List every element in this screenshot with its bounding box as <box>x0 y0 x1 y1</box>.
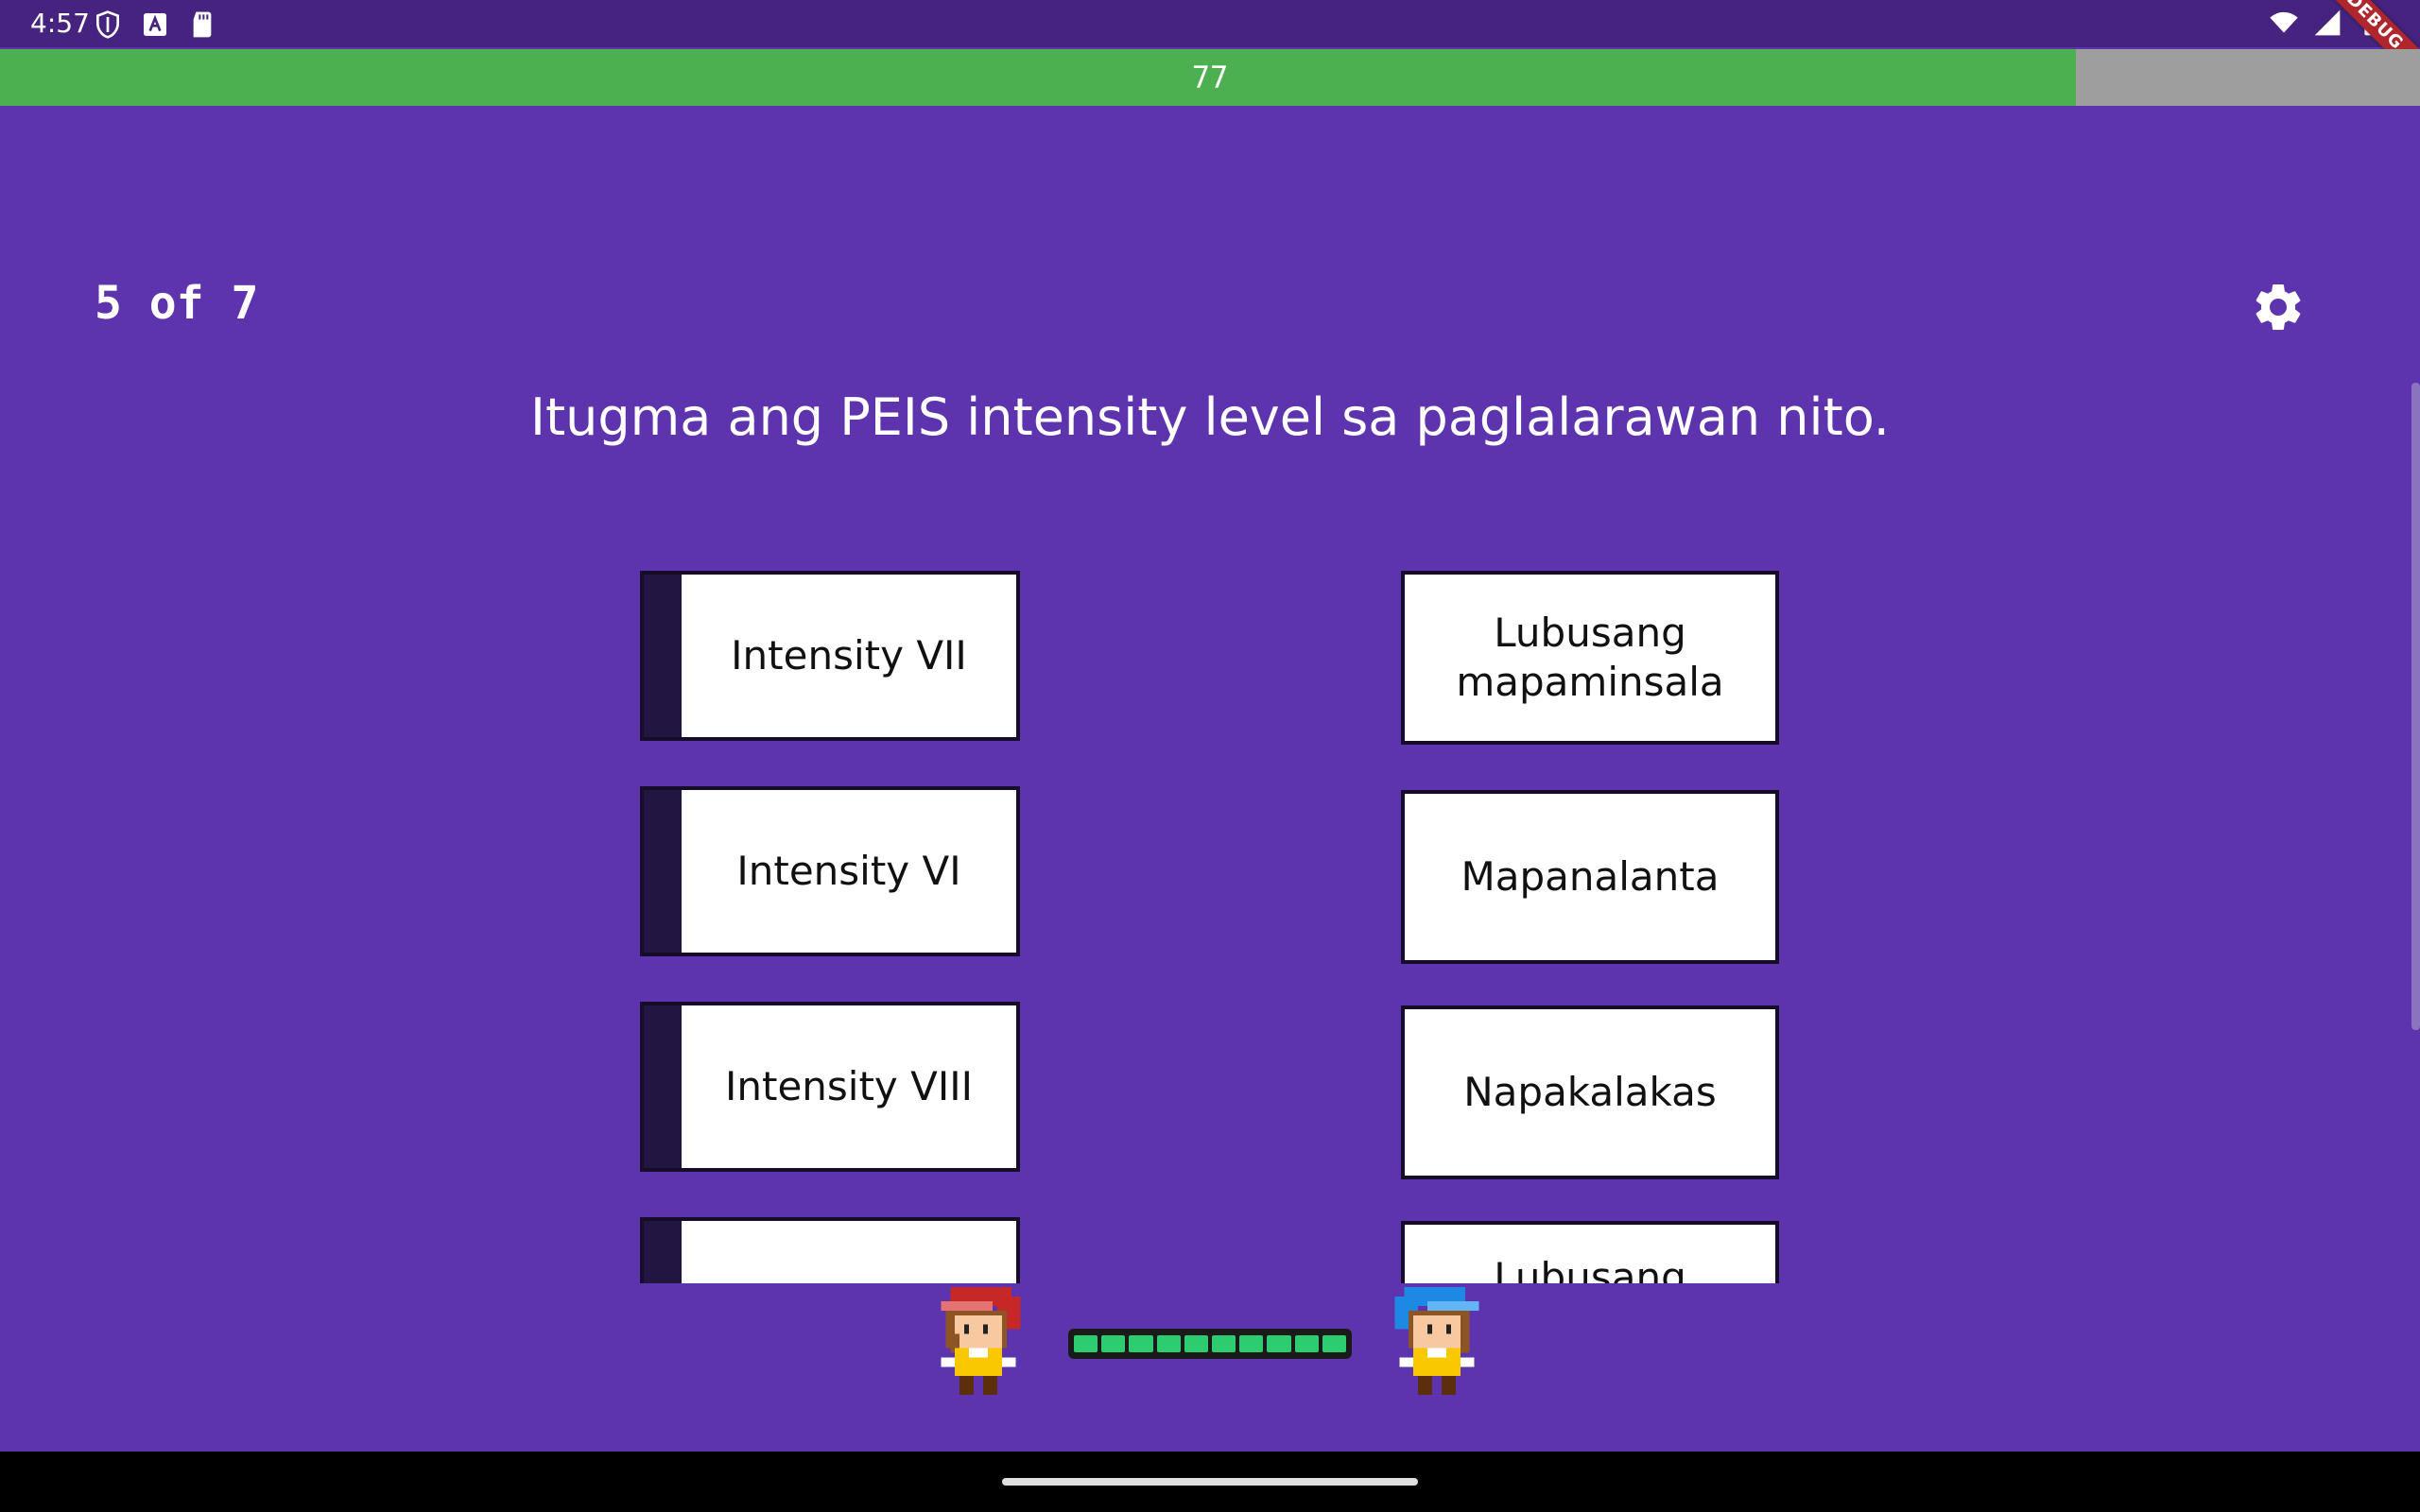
question-text: Itugma ang PEIS intensity level sa pagla… <box>530 387 1890 447</box>
health-bar <box>1068 1329 1352 1359</box>
left-card[interactable]: Intensity VIII <box>640 1002 1020 1172</box>
blue-cap-character <box>1394 1287 1479 1396</box>
shield-icon <box>96 10 119 39</box>
timer-bar: 77 <box>0 49 2420 106</box>
drag-handle[interactable] <box>644 790 682 953</box>
drag-handle[interactable] <box>644 1221 682 1283</box>
sd-card-icon <box>193 11 212 38</box>
left-card-label: Intensity VII <box>731 632 967 679</box>
right-card-label: Lubusang <box>1494 1254 1686 1283</box>
right-card-label: Napakalakas <box>1463 1069 1717 1115</box>
right-card[interactable]: Napakalakas <box>1401 1005 1779 1179</box>
right-card-label: Mapanalanta <box>1461 853 1720 900</box>
home-gesture-handle[interactable] <box>1002 1478 1418 1486</box>
health-segment <box>1129 1335 1153 1352</box>
red-cap-character <box>941 1287 1021 1396</box>
health-segment <box>1184 1335 1209 1352</box>
scrollbar[interactable] <box>2411 383 2420 1030</box>
question-progress: 5 of 7 <box>95 277 259 330</box>
left-card[interactable] <box>640 1217 1020 1283</box>
matching-area[interactable]: Intensity VII Intensity VI Intensity VII… <box>0 567 2420 1283</box>
health-segment <box>1322 1335 1347 1352</box>
left-card-label: Intensity VI <box>736 848 961 894</box>
navigation-bar <box>0 1452 2420 1512</box>
left-card-label: Intensity VIII <box>724 1063 974 1109</box>
a-letter-icon <box>144 13 166 36</box>
health-segment <box>1239 1335 1264 1352</box>
right-card[interactable]: Mapanalanta <box>1401 790 1779 964</box>
wifi-icon <box>2270 11 2298 33</box>
status-time: 4:57 <box>30 8 90 39</box>
right-card-label: Lubusang mapaminsala <box>1456 610 1724 705</box>
gear-icon[interactable] <box>2250 279 2307 335</box>
health-segment <box>1212 1335 1236 1352</box>
health-segment <box>1156 1335 1181 1352</box>
right-card[interactable]: Lubusang <box>1401 1221 1779 1283</box>
health-segment <box>1101 1335 1126 1352</box>
drag-handle[interactable] <box>644 1005 682 1168</box>
health-segment <box>1074 1335 1098 1352</box>
left-card[interactable]: Intensity VII <box>640 571 1020 741</box>
health-segment <box>1294 1335 1319 1352</box>
left-card[interactable]: Intensity VI <box>640 786 1020 956</box>
signal-icon <box>2314 9 2341 36</box>
right-card[interactable]: Lubusang mapaminsala <box>1401 571 1779 745</box>
health-segment <box>1267 1335 1291 1352</box>
drag-handle[interactable] <box>644 575 682 737</box>
status-bar: 4:57 DEBUG <box>0 0 2420 97</box>
timer-value: 77 <box>1191 60 1229 95</box>
